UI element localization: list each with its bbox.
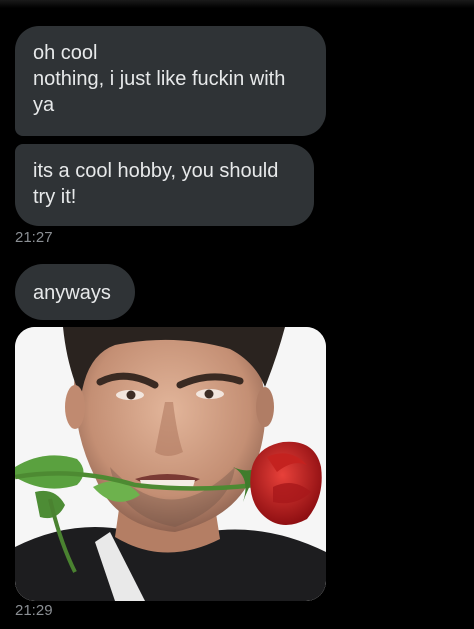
message-bubble[interactable]: its a cool hobby, you should try it! xyxy=(15,144,314,226)
message-timestamp: 21:29 xyxy=(15,602,53,619)
message-bubble[interactable]: oh cool nothing, i just like fuckin with… xyxy=(15,26,326,136)
man-with-rose-photo-icon xyxy=(15,327,326,601)
message-bubble[interactable]: anyways xyxy=(15,264,135,320)
top-edge xyxy=(0,0,474,8)
message-timestamp: 21:27 xyxy=(15,229,53,246)
photo-attachment[interactable] xyxy=(15,327,326,601)
